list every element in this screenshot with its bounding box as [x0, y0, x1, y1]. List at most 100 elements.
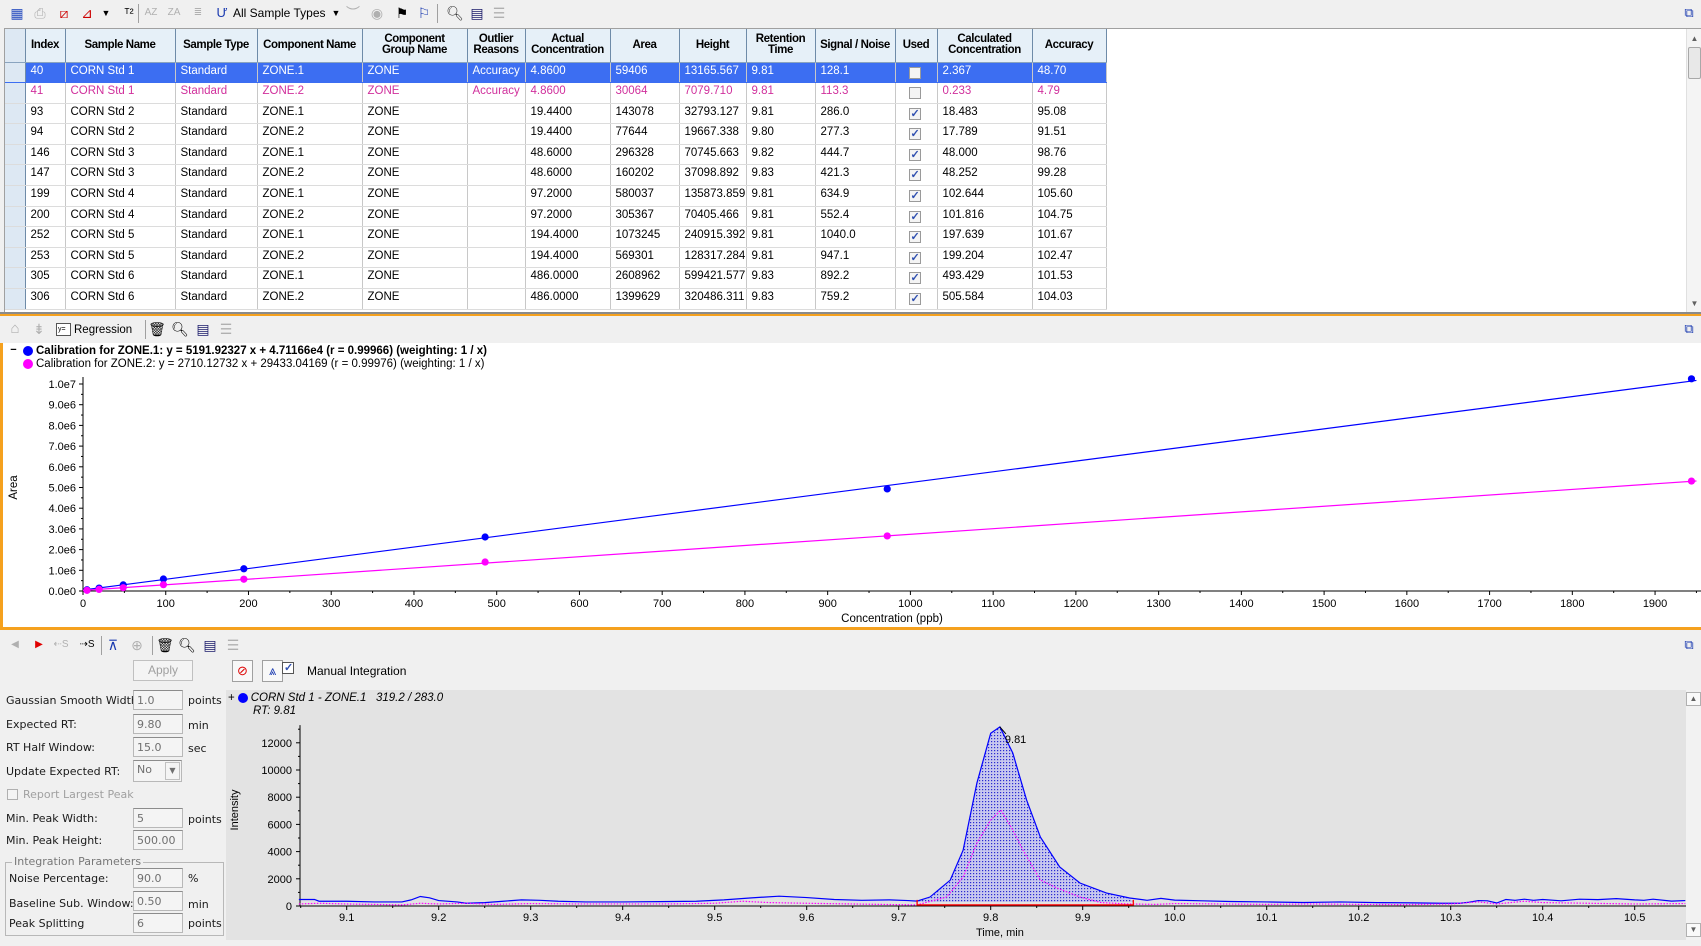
chromatogram-window-icon[interactable]: ⧉ [1680, 4, 1698, 22]
previous-icon[interactable]: ◀ [6, 636, 24, 654]
row-selector[interactable] [5, 164, 26, 187]
row-header-corner[interactable] [5, 29, 26, 63]
search-icon[interactable]: 🔍︎ [446, 4, 464, 22]
calibration-icon[interactable]: ⧄ [55, 4, 73, 22]
column-header[interactable]: Sample Name [65, 29, 176, 63]
calibration-chart[interactable]: 0.0e0 1.0e6 2.0e6 3.0e6 4.0e6 5.0e6 6.0e6 7.0e6… [3, 343, 1701, 627]
chevron-down-icon[interactable]: ▼ [165, 762, 180, 780]
chromatogram-window-icon[interactable]: ⧉ [1680, 636, 1698, 654]
baseline-sub-window-input[interactable] [133, 891, 183, 911]
previous-sample-icon[interactable]: ⇠S [52, 636, 70, 654]
expected-rt-input[interactable] [133, 714, 183, 734]
used-checkbox[interactable] [908, 148, 921, 161]
gaussian-smooth-width-input[interactable] [133, 690, 183, 710]
chromatogram-chart[interactable]: 0 2000 4000 6000 8000 10000 12000 9.1 9.2 9.3 9.4 9… [226, 690, 1686, 940]
column-header[interactable]: Component Name [257, 29, 363, 63]
used-checkbox[interactable] [908, 210, 921, 223]
table-row[interactable]: 253 CORN Std 5 Standard ZONE.2 ZONE 194.4000 5… [5, 247, 1107, 269]
table-row[interactable]: 146 CORN Std 3 Standard ZONE.1 ZONE 48.6000 29… [5, 144, 1107, 166]
home-icon[interactable]: ⌂ [6, 320, 24, 338]
chart-icon[interactable]: ⊿ [78, 4, 96, 22]
sample-type-dropdown-icon[interactable]: ▼ [327, 4, 345, 22]
search-icon[interactable]: 🔍︎ [171, 320, 189, 338]
scroll-down-icon[interactable]: ▼ [1687, 296, 1701, 311]
column-header[interactable]: Index [25, 29, 66, 63]
flag-refresh-icon[interactable]: ⚐ [415, 4, 433, 22]
show-icon[interactable]: ◉ [368, 4, 386, 22]
zoom-in-icon[interactable]: ⊕ [128, 636, 146, 654]
row-selector[interactable] [5, 123, 26, 145]
row-selector[interactable] [5, 226, 26, 248]
row-selector[interactable] [5, 288, 26, 310]
report-largest-peak-checkbox[interactable] [7, 789, 18, 800]
column-header[interactable]: Calculated Concentration [937, 29, 1033, 63]
formula-icon[interactable]: ᵀ² [120, 4, 138, 22]
table-icon[interactable]: ▤ [194, 320, 212, 338]
scroll-up-icon[interactable]: ▲ [1686, 692, 1701, 706]
used-checkbox[interactable] [908, 66, 921, 79]
used-checkbox[interactable] [908, 271, 921, 285]
table-row[interactable]: 305 CORN Std 6 Standard ZONE.1 ZONE 486.0000 2… [5, 267, 1107, 290]
row-selector[interactable] [5, 267, 26, 290]
table-row[interactable]: 147 CORN Std 3 Standard ZONE.2 ZONE 48.6000 16… [5, 164, 1107, 187]
table-row[interactable]: 200 CORN Std 4 Standard ZONE.2 ZONE 97.2000 30… [5, 206, 1107, 228]
column-header[interactable]: Sample Type [175, 29, 258, 63]
next-icon[interactable]: ▶ [30, 636, 48, 654]
rt-half-window-input[interactable] [133, 737, 183, 757]
row-selector[interactable] [5, 185, 26, 207]
row-selector[interactable] [5, 206, 26, 228]
pan-icon[interactable]: ⇟ [30, 320, 48, 338]
draw-baseline-button[interactable]: ⩓ [262, 660, 283, 682]
trash-icon[interactable]: 🗑︎ [148, 320, 166, 338]
min-peak-height-input[interactable] [133, 830, 183, 850]
chromatogram-window-icon[interactable]: ⧉ [1680, 320, 1698, 338]
row-selector[interactable] [5, 144, 26, 166]
table-row[interactable]: 93 CORN Std 2 Standard ZONE.1 ZONE 19.4400 143… [5, 103, 1107, 125]
column-header[interactable]: Component Group Name [362, 29, 468, 63]
column-header[interactable]: Outlier Reasons [467, 29, 526, 63]
list-icon[interactable]: ☰ [490, 4, 508, 22]
column-header[interactable]: Retention Time [746, 29, 816, 63]
used-checkbox[interactable] [908, 189, 921, 203]
hide-icon[interactable]: ︶ [344, 4, 362, 22]
min-peak-width-input[interactable] [133, 808, 183, 828]
grid-view-icon[interactable]: ▦ [8, 4, 26, 22]
print-icon[interactable]: ⎙ [31, 4, 49, 22]
table-row[interactable]: 94 CORN Std 2 Standard ZONE.2 ZONE 19.4400 776… [5, 123, 1107, 145]
row-selector[interactable] [5, 247, 26, 269]
clear-integration-button[interactable]: ⊘ [232, 660, 253, 682]
sample-type-filter[interactable]: All Sample Types [233, 6, 326, 20]
row-selector[interactable] [5, 62, 26, 84]
update-expected-rt-select[interactable]: No ▼ [133, 760, 182, 782]
chart-dropdown-arrow-icon[interactable]: ▼ [97, 4, 115, 22]
table-row[interactable]: 40 CORN Std 1 Standard ZONE.1 ZONE Accuracy 4.… [5, 62, 1107, 84]
regression-button[interactable]: y= Regression [56, 320, 132, 339]
table-row[interactable]: 252 CORN Std 5 Standard ZONE.1 ZONE 194.4000 1… [5, 226, 1107, 248]
used-checkbox[interactable] [908, 127, 921, 141]
sort-az-icon[interactable]: AZ [142, 4, 160, 22]
used-checkbox[interactable] [908, 87, 921, 100]
column-header[interactable]: Accuracy [1032, 29, 1107, 63]
column-header[interactable]: Area [610, 29, 680, 63]
scroll-up-icon[interactable]: ▲ [1687, 31, 1701, 46]
used-checkbox[interactable] [908, 292, 921, 306]
trash-icon[interactable]: 🗑︎ [156, 636, 174, 654]
peak-splitting-input[interactable] [133, 913, 183, 933]
column-header[interactable]: Signal / Noise [815, 29, 896, 63]
list-icon[interactable]: ☰ [217, 320, 235, 338]
peak-view-icon[interactable]: ⊼ [104, 636, 122, 654]
used-checkbox[interactable] [908, 251, 921, 264]
column-header[interactable]: Used [895, 29, 938, 63]
row-selector[interactable] [5, 82, 26, 104]
sort-za-icon[interactable]: ZA [165, 4, 183, 22]
chromatogram-vertical-scrollbar[interactable]: ▲ ▼ [1686, 690, 1701, 940]
search-icon[interactable]: 🔍︎ [178, 636, 196, 654]
table-icon[interactable]: ▤ [201, 636, 219, 654]
list-icon[interactable]: ☰ [224, 636, 242, 654]
scroll-down-icon[interactable]: ▼ [1686, 923, 1701, 937]
row-selector[interactable] [5, 103, 26, 125]
sort-custom-icon[interactable]: ≣ [189, 4, 207, 22]
next-sample-icon[interactable]: ⇢S [78, 636, 96, 654]
apply-button[interactable]: Apply [133, 660, 193, 681]
manual-integration-checkbox[interactable] [282, 661, 294, 674]
